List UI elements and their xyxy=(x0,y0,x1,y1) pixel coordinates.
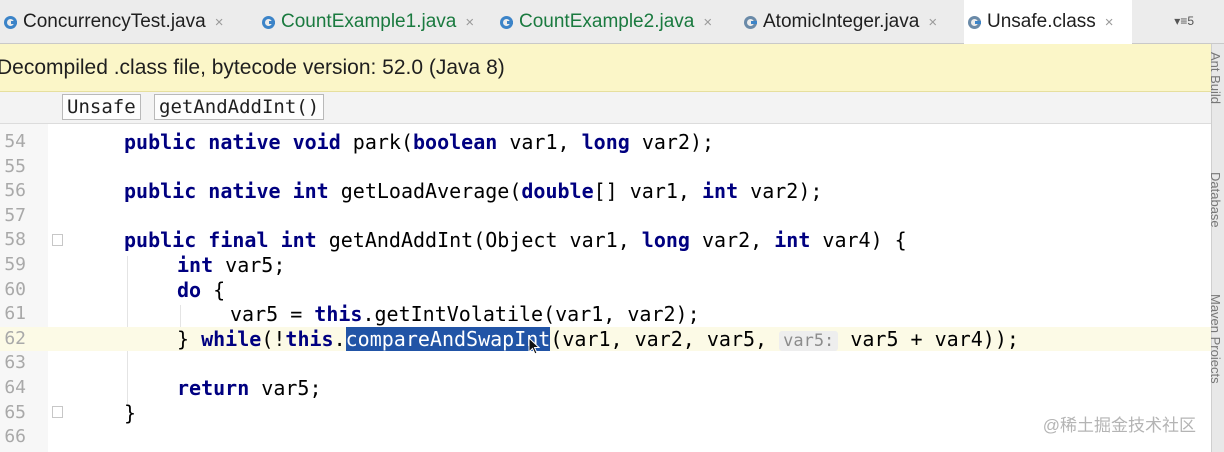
code-line: 65 } xyxy=(0,401,1212,426)
tab-count-example1[interactable]: CountExample1.java × xyxy=(258,0,492,44)
code-line: 66 xyxy=(0,425,1212,450)
code-line: 59 int var5; xyxy=(0,253,1212,278)
line-number: 54 xyxy=(4,131,26,152)
parameter-hint: var5: xyxy=(779,330,839,351)
code-line: 56 public native int getLoadAverage(doub… xyxy=(0,179,1212,204)
line-number: 66 xyxy=(4,426,26,448)
code-line: 54 public native void park(boolean var1,… xyxy=(0,130,1212,155)
line-number: 64 xyxy=(4,377,26,398)
code-line: 63 xyxy=(0,351,1212,376)
watermark-text: @稀土掘金技术社区 xyxy=(1042,416,1196,435)
line-number: 57 xyxy=(4,204,26,226)
line-number: 63 xyxy=(4,352,26,374)
tab-unsafe-class[interactable]: Unsafe.class × xyxy=(964,0,1132,44)
code-text: do { xyxy=(177,277,226,302)
mouse-pointer-icon xyxy=(528,337,541,355)
code-line-current: 62 } while(!this.compareAndSwapInt(var1,… xyxy=(0,326,1212,352)
line-number: 61 xyxy=(4,303,26,325)
tab-label: ConcurrencyTest.java xyxy=(23,11,206,32)
code-text: public native void park(boolean var1, lo… xyxy=(124,130,715,154)
banner-text: Decompiled .class file, bytecode version… xyxy=(0,55,505,79)
tab-label: CountExample2.java xyxy=(519,11,695,32)
line-number: 59 xyxy=(4,254,26,275)
library-class-icon xyxy=(744,15,757,29)
line-number: 58 xyxy=(4,229,26,251)
tab-label: AtomicInteger.java xyxy=(763,11,920,32)
close-icon[interactable]: × xyxy=(465,14,474,31)
tab-concurrency-test[interactable]: ConcurrencyTest.java × xyxy=(0,0,252,44)
line-number: 60 xyxy=(4,278,26,300)
tab-label: Unsafe.class xyxy=(987,11,1096,32)
tab-label: CountExample1.java xyxy=(281,11,457,32)
close-icon[interactable]: × xyxy=(928,14,937,31)
code-text: return var5; xyxy=(177,376,322,400)
tool-window-ant-build[interactable]: Ant Build xyxy=(1211,52,1223,122)
breadcrumb-item-class[interactable]: Unsafe xyxy=(62,94,141,120)
code-line: 60 do { xyxy=(0,278,1212,303)
close-icon[interactable]: × xyxy=(703,14,712,31)
java-class-icon xyxy=(262,15,275,29)
code-text: } while(!this.compareAndSwapInt(var1, va… xyxy=(177,326,1019,351)
decompiled-notice-banner: Decompiled .class file, bytecode version… xyxy=(0,44,1212,92)
tool-window-maven[interactable]: Maven Projects xyxy=(1211,294,1223,444)
code-text: int var5; xyxy=(177,253,286,277)
selected-method-name[interactable]: compareAndSwapInt xyxy=(345,326,551,351)
code-line: 64 return var5; xyxy=(0,376,1212,401)
tab-overflow-menu-icon[interactable]: ▾≡5 xyxy=(1174,14,1194,28)
code-editor[interactable]: 54 public native void park(boolean var1,… xyxy=(0,124,1212,452)
code-line: 61 var5 = this.getIntVolatile(var1, var2… xyxy=(0,302,1212,327)
line-number: 55 xyxy=(4,155,26,177)
code-text: public final int getAndAddInt(Object var… xyxy=(124,228,907,253)
right-tool-strip: Ant Build Database Maven Projects xyxy=(1211,44,1224,452)
code-line: 58 public final int getAndAddInt(Object … xyxy=(0,228,1212,253)
code-text: } xyxy=(124,400,137,425)
tab-atomic-integer[interactable]: AtomicInteger.java × xyxy=(740,0,962,44)
line-number: 65 xyxy=(4,401,26,423)
code-line: 57 xyxy=(0,204,1212,229)
breadcrumb: Unsafe getAndAddInt() xyxy=(0,92,1212,124)
code-text: var5 = this.getIntVolatile(var1, var2); xyxy=(230,302,700,327)
line-number: 56 xyxy=(4,180,26,202)
close-icon[interactable]: × xyxy=(215,14,224,31)
tab-count-example2[interactable]: CountExample2.java × xyxy=(496,0,734,44)
library-class-icon xyxy=(968,15,981,29)
java-class-icon xyxy=(500,15,513,29)
breadcrumb-item-method[interactable]: getAndAddInt() xyxy=(154,94,325,120)
java-class-icon xyxy=(4,15,17,29)
line-number: 62 xyxy=(4,327,26,349)
code-text: public native int getLoadAverage(double[… xyxy=(124,179,823,204)
tool-window-database[interactable]: Database xyxy=(1211,172,1223,272)
editor-tab-bar: ConcurrencyTest.java × CountExample1.jav… xyxy=(0,0,1224,44)
close-icon[interactable]: × xyxy=(1105,14,1114,31)
code-line: 55 xyxy=(0,155,1212,180)
